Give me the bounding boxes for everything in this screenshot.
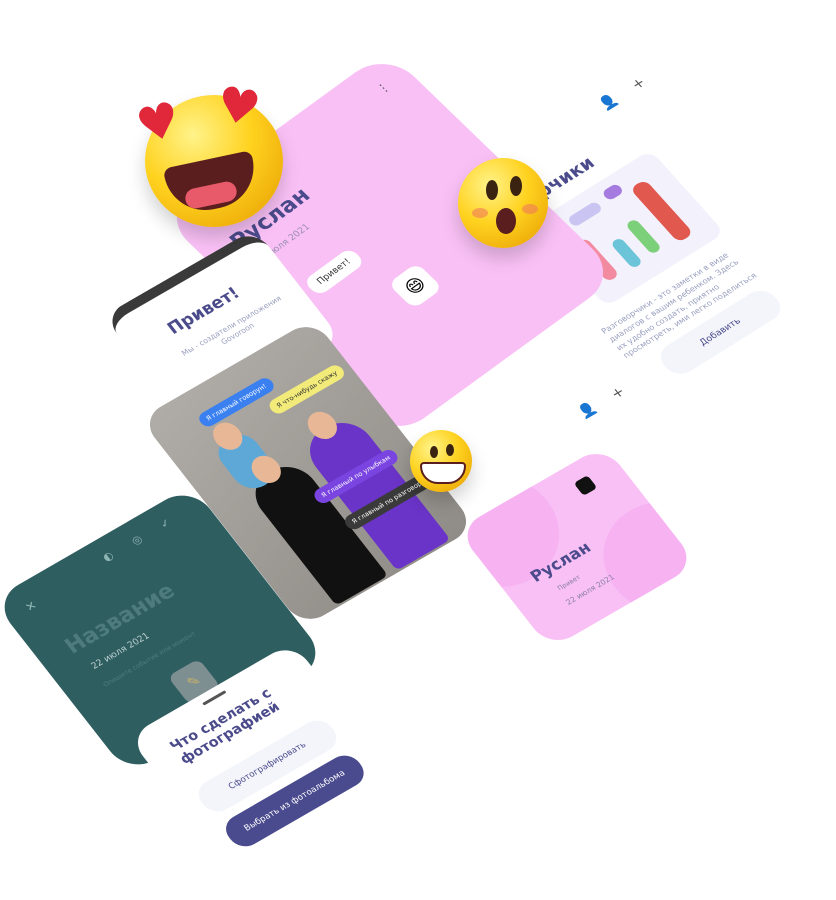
heart-eyes-emoji-icon: ♥ ♥ [131,76,283,227]
emoji-eye [510,176,522,196]
sheet-handle[interactable] [202,690,227,706]
emoji-mouth [420,462,466,484]
emoji-cheek [522,204,538,214]
close-icon[interactable]: ✕ [22,598,39,614]
emoji-eye [446,444,454,456]
editor-toolbar-icons[interactable]: ◐ ◎ ✓ [100,511,182,564]
chat-bubble-graphic [566,200,604,228]
emoji-cheek [472,208,488,218]
more-menu-icon[interactable]: ⋮ [373,79,393,96]
emoji-eye [486,180,498,200]
emoji-picker-button[interactable]: 😄 [387,262,444,310]
child-figure [609,237,644,270]
heart-icon: ♥ [212,75,265,139]
avatar [573,475,598,496]
decorative-blob [578,480,698,637]
chat-bubble-graphic [601,182,625,202]
heart-icon: ♥ [130,90,187,156]
card-preview: Привет [555,573,583,593]
surprised-emoji-icon [458,158,548,248]
emoji-eye [430,446,438,458]
emoji-mouth [496,208,516,234]
showcase-canvas: 👤 + зговорчики Разговорчики - это заметк… [0,0,836,900]
grinning-emoji-icon [410,430,472,492]
header-icons[interactable]: 👤 + [596,70,656,113]
message-bubble: Привет! [302,247,366,297]
